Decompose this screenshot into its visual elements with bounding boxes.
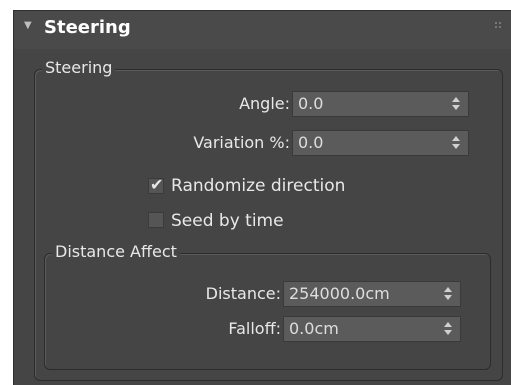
rollout-title: Steering [44,17,131,38]
steering-group-label: Steering [42,58,116,77]
variation-spinner[interactable]: 0.0 [292,130,469,156]
falloff-value[interactable]: 0.0cm [289,319,339,338]
angle-label: Angle: [239,94,290,113]
randomize-direction-label[interactable]: Randomize direction [171,176,345,196]
seed-by-time-label[interactable]: Seed by time [171,211,284,231]
variation-value[interactable]: 0.0 [298,133,323,152]
randomize-direction-checkbox[interactable]: ✔ [148,175,164,194]
variation-label: Variation %: [193,133,290,152]
spinner-arrows-icon[interactable] [444,286,452,302]
angle-spinner[interactable]: 0.0 [292,91,469,117]
distance-affect-group-label: Distance Affect [52,242,180,261]
drag-grip-icon[interactable] [494,21,502,29]
rollout-header[interactable]: ▼ Steering [14,11,511,49]
spinner-arrows-icon[interactable] [452,96,460,112]
angle-value[interactable]: 0.0 [298,94,323,113]
falloff-spinner[interactable]: 0.0cm [283,316,461,342]
checkmark-icon: ✔ [150,175,164,194]
spinner-arrows-icon[interactable] [444,321,452,337]
spinner-arrows-icon[interactable] [452,135,460,151]
distance-label: Distance: [205,284,281,303]
falloff-label: Falloff: [228,319,281,338]
distance-spinner[interactable]: 254000.0cm [283,281,461,307]
distance-affect-group [44,253,491,370]
steering-rollout-panel: ▼ Steering Steering Angle: 0.0 Variation… [13,10,511,385]
collapse-triangle-icon[interactable]: ▼ [24,20,32,31]
distance-value[interactable]: 254000.0cm [289,284,390,303]
seed-by-time-checkbox[interactable] [148,212,164,228]
